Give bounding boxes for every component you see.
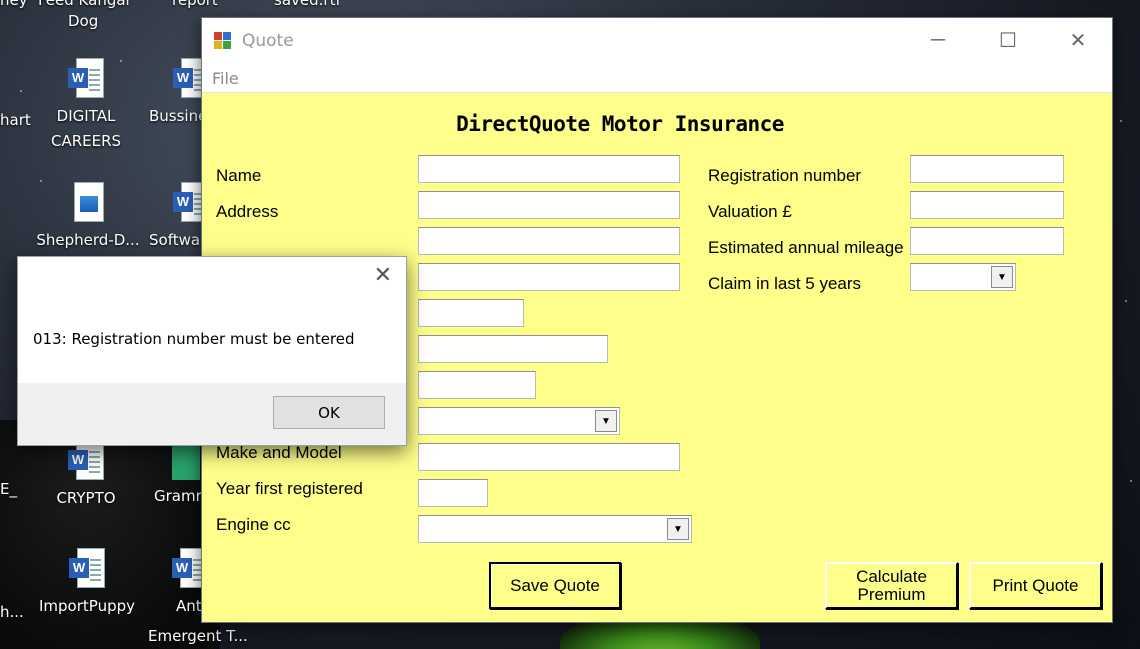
save-quote-button[interactable]: Save Quote	[489, 562, 621, 609]
calculate-premium-button[interactable]: Calculate Premium	[825, 562, 958, 609]
claim-dropdown[interactable]: ▼	[910, 263, 1016, 291]
word-document-icon: W	[68, 440, 104, 482]
desktop-label-hart[interactable]: hart	[0, 111, 31, 129]
text-input-5[interactable]	[418, 299, 524, 327]
title-bar[interactable]: Quote ─ ☐ ✕	[202, 18, 1112, 64]
maximize-button[interactable]: ☐	[974, 18, 1042, 62]
engine-cc-dropdown[interactable]: ▼	[418, 515, 692, 543]
word-document-icon: W	[69, 548, 105, 590]
valuation-input[interactable]	[910, 191, 1064, 219]
menu-file[interactable]: File	[212, 69, 239, 88]
registration-number-label: Registration number	[708, 166, 862, 185]
chevron-down-icon[interactable]: ▼	[595, 410, 617, 432]
chevron-down-icon[interactable]: ▼	[667, 518, 689, 540]
desktop-icon-label: CRYPTO	[56, 489, 116, 507]
error-message: 013: Registration number must be entered	[33, 330, 355, 348]
dialog-footer: OK	[18, 383, 406, 445]
desktop-label-feed-kangal[interactable]: Feed Kangal	[38, 0, 130, 9]
image-file-icon	[70, 182, 106, 224]
make-model-input[interactable]	[418, 443, 680, 471]
make-model-label: Make and Model	[216, 443, 342, 462]
valuation-label: Valuation £	[708, 202, 792, 221]
desktop-icon-label: Bussine	[149, 107, 208, 125]
form-title: DirectQuote Motor Insurance	[456, 112, 784, 136]
address-line2-input[interactable]	[418, 227, 680, 255]
desktop-icon-bussine[interactable]: W Bussine	[143, 58, 209, 129]
app-icon	[214, 32, 232, 50]
desktop-icon-shepherd[interactable]: Shepherd-D...	[28, 182, 148, 253]
desktop-icon-grammarly[interactable]: Gramr	[150, 440, 202, 509]
minimize-button[interactable]: ─	[904, 18, 972, 62]
name-label: Name	[216, 166, 262, 185]
menu-bar: File	[202, 64, 1112, 93]
desktop-label-saved-rtf[interactable]: saved.rtf	[274, 0, 341, 9]
desktop-icon-label: Shepherd-D...	[36, 231, 140, 249]
close-button[interactable]: ✕	[1044, 18, 1112, 62]
desktop-icon-label: Ant	[176, 597, 202, 615]
shortcut-icon	[172, 440, 200, 480]
mileage-label: Estimated annual mileage	[708, 238, 904, 257]
desktop-label-partial-e[interactable]: E_	[0, 480, 17, 498]
word-document-icon: W	[68, 58, 104, 100]
ok-button[interactable]: OK	[273, 396, 385, 429]
window-title: Quote	[242, 31, 294, 51]
desktop-label-emergent[interactable]: Emergent T...	[148, 627, 248, 645]
address-label: Address	[216, 202, 279, 221]
print-quote-button[interactable]: Print Quote	[969, 562, 1102, 609]
name-input[interactable]	[418, 155, 680, 183]
address-line3-input[interactable]	[418, 263, 680, 291]
chevron-down-icon[interactable]: ▼	[991, 266, 1013, 288]
desktop-icon-importpuppy[interactable]: W ImportPuppy	[34, 548, 140, 619]
close-icon[interactable]: ✕	[374, 263, 392, 288]
text-input-6[interactable]	[418, 335, 608, 363]
desktop-icon-crypto[interactable]: W CRYPTO	[40, 440, 132, 511]
year-registered-input[interactable]	[418, 479, 488, 507]
registration-number-input[interactable]	[910, 155, 1064, 183]
desktop-icon-label: DIGITAL CAREERS	[50, 107, 122, 150]
desktop-icon-ant[interactable]: W Ant	[150, 548, 208, 619]
address-line1-input[interactable]	[418, 191, 680, 219]
year-registered-label: Year first registered	[216, 479, 363, 498]
desktop-icon-softwa[interactable]: W Softwa	[143, 182, 209, 253]
mileage-input[interactable]	[910, 227, 1064, 255]
claim-label: Claim in last 5 years	[708, 274, 862, 293]
desktop-icon-digital-careers[interactable]: W DIGITAL CAREERS	[40, 58, 132, 154]
desktop-label-report[interactable]: report	[172, 0, 218, 9]
dropdown-8[interactable]: ▼	[418, 407, 620, 435]
desktop-icon-label: Gramr	[154, 487, 202, 505]
desktop-label-partial-h[interactable]: h...	[0, 603, 24, 621]
error-dialog: ✕ 013: Registration number must be enter…	[17, 256, 407, 446]
text-input-7[interactable]	[418, 371, 536, 399]
desktop-icon-label: ImportPuppy	[39, 597, 135, 615]
desktop-label-dog[interactable]: Dog	[68, 12, 98, 30]
engine-cc-label: Engine cc	[216, 515, 291, 534]
desktop-label-partial[interactable]: ney	[0, 0, 28, 9]
desktop-icon-label: Softwa	[149, 231, 201, 249]
